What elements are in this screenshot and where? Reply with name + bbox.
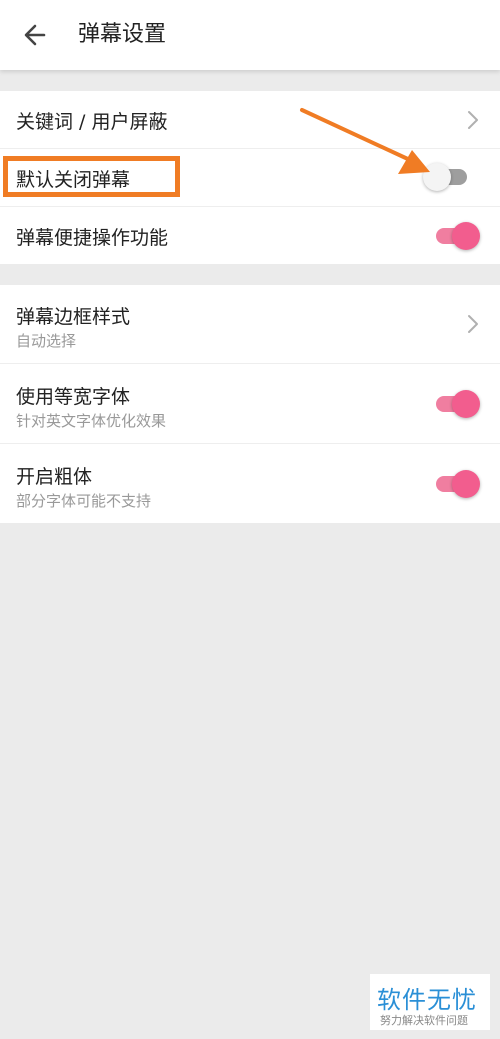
row-sublabel: 针对英文字体优化效果	[16, 412, 167, 430]
monospace-font-toggle[interactable]	[434, 389, 480, 419]
watermark-subtitle: 努力解决软件问题	[380, 1014, 468, 1027]
toggle-knob	[452, 390, 480, 418]
row-quick-operation: 弹幕便捷操作功能	[0, 207, 500, 264]
toggle-knob	[452, 470, 480, 498]
row-bold-font: 开启粗体 部分字体可能不支持	[0, 444, 500, 523]
app-header: 弹幕设置	[0, 0, 500, 70]
settings-section-style: 弹幕边框样式 自动选择 使用等宽字体 针对英文字体优化效果 开启粗体 部分字体可…	[0, 285, 500, 523]
watermark-title: 软件无忧	[377, 986, 477, 1014]
row-monospace-font: 使用等宽字体 针对英文字体优化效果	[0, 364, 500, 444]
row-label: 弹幕便捷操作功能	[16, 227, 169, 249]
row-border-style[interactable]: 弹幕边框样式 自动选择	[0, 285, 500, 364]
watermark-logo: 软件无忧 努力解决软件问题	[370, 974, 490, 1030]
page-title: 弹幕设置	[78, 22, 167, 47]
highlight-box	[3, 156, 180, 197]
row-sublabel: 部分字体可能不支持	[16, 492, 152, 510]
annotation-arrow	[300, 108, 430, 174]
chevron-right-icon	[468, 315, 478, 333]
row-label: 关键词 / 用户屏蔽	[16, 111, 168, 133]
toggle-knob	[452, 222, 480, 250]
quick-operation-toggle[interactable]	[434, 221, 480, 251]
row-label: 弹幕边框样式	[16, 306, 131, 328]
row-label: 使用等宽字体	[16, 386, 131, 408]
bold-font-toggle[interactable]	[434, 469, 480, 499]
chevron-right-icon	[468, 111, 478, 129]
row-sublabel: 自动选择	[16, 332, 77, 350]
arrow-left-icon	[24, 24, 46, 46]
back-button[interactable]	[20, 20, 50, 50]
row-label: 开启粗体	[16, 466, 93, 488]
